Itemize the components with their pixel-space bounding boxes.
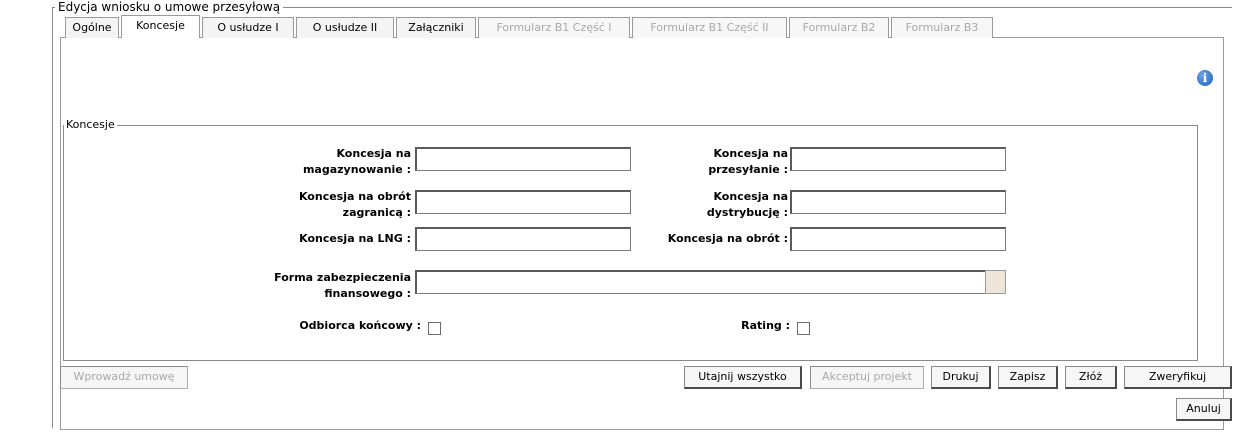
tab-zalaczniki[interactable]: Załączniki — [396, 17, 476, 38]
rating-checkbox[interactable] — [797, 322, 810, 335]
form-title: Edycja wniosku o umowe przesyłową — [55, 0, 284, 15]
tab-formularz-b3: Formularz B3 — [891, 17, 993, 38]
enter-contract-button: Wprowadź umowę — [60, 366, 188, 389]
tab-formularz-b2: Formularz B2 — [789, 17, 889, 38]
transmission-license-input[interactable] — [790, 147, 1006, 171]
accept-project-button: Akceptuj projekt — [810, 366, 924, 389]
tab-formularz-b1-czesc-1: Formularz B1 Część I — [478, 17, 630, 38]
trade-license-input[interactable] — [790, 227, 1006, 251]
cancel-button[interactable]: Anuluj — [1176, 398, 1232, 421]
distribution-label: Koncesja na dystrybucję : — [706, 190, 788, 219]
tab-koncesje[interactable]: Koncesje — [121, 15, 200, 38]
submit-button[interactable]: Złóż — [1065, 366, 1117, 389]
storage-label: Koncesja na magazynowanie : — [302, 147, 411, 176]
lng-license-input[interactable] — [415, 227, 631, 251]
info-icon[interactable]: i — [1197, 70, 1213, 86]
print-button[interactable]: Drukuj — [931, 366, 991, 389]
hide-all-button[interactable]: Utajnij wszystko — [684, 366, 802, 389]
transmission-label: Koncesja na przesyłanie : — [708, 147, 788, 176]
verify-button[interactable]: Zweryfikuj — [1124, 366, 1232, 389]
security-label: Forma zabezpieczenia finansowego : — [274, 271, 411, 300]
end-customer-checkbox[interactable] — [428, 322, 441, 335]
trade-label: Koncesja na obrót : — [667, 232, 788, 245]
distribution-license-input[interactable] — [790, 190, 1006, 214]
tab-o-usludze-1[interactable]: O usłudze I — [202, 17, 294, 38]
foreign-trade-license-input[interactable] — [415, 190, 631, 214]
security-form-input[interactable] — [415, 270, 986, 294]
lng-label: Koncesja na LNG : — [299, 232, 411, 245]
tab-ogolne[interactable]: Ogólne — [65, 17, 119, 38]
koncesje-legend: Koncesje — [64, 118, 117, 132]
foreign-trade-label: Koncesja na obrót zagranicą : — [298, 190, 411, 219]
security-lookup-button[interactable] — [985, 270, 1006, 294]
end-customer-label: Odbiorca końcowy : — [299, 319, 421, 332]
save-button[interactable]: Zapisz — [998, 366, 1058, 389]
storage-license-input[interactable] — [415, 147, 631, 171]
rating-label: Rating : — [741, 319, 790, 332]
tab-o-usludze-2[interactable]: O usłudze II — [296, 17, 394, 38]
tab-formularz-b1-czesc-2: Formularz B1 Część II — [632, 17, 787, 38]
